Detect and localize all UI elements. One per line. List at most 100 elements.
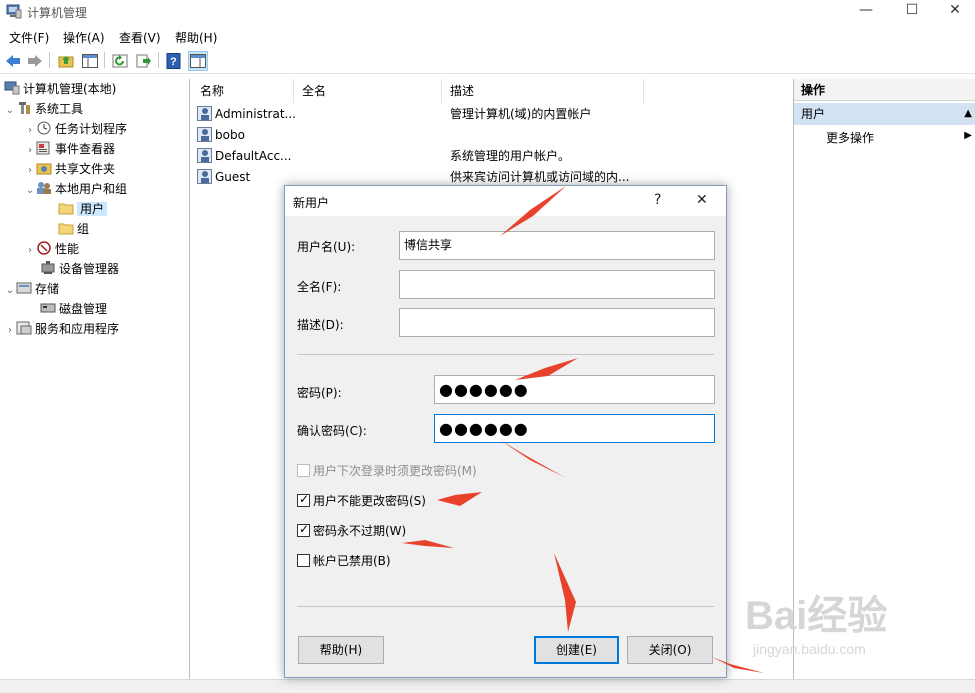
chevron-down-icon[interactable]: ⌄ [4, 281, 16, 301]
user-icon [197, 106, 212, 121]
more-actions-label: 更多操作 [826, 131, 875, 145]
computer-management-icon [6, 4, 22, 19]
checkbox-box[interactable] [297, 554, 310, 567]
toolbar-separator [104, 52, 105, 68]
help-question-button[interactable]: ? [654, 192, 661, 208]
folder-icon [58, 203, 74, 215]
close-button[interactable]: 关闭(O) [627, 636, 713, 664]
help-icon[interactable]: ? [164, 51, 184, 71]
toolbar-separator [49, 52, 50, 68]
chevron-right-icon[interactable]: › [24, 141, 36, 161]
chevron-right-icon[interactable]: › [24, 161, 36, 181]
tree-label: 用户 [77, 202, 108, 216]
tree-item-users[interactable]: 用户 [58, 199, 108, 219]
tree-item-task-scheduler[interactable]: › 任务计划程序 [24, 119, 127, 139]
table-row[interactable]: DefaultAcc... [197, 146, 291, 167]
must-change-password-checkbox[interactable]: 用户下次登录时须更改密码(M) [297, 464, 477, 480]
new-user-dialog: 新用户 ? ✕ 用户名(U): 博信共享 全名(F): 描述(D): 密码(P)… [284, 185, 727, 678]
tree-item-system-tools[interactable]: ⌄ 系统工具 [4, 99, 83, 119]
tree-label: 任务计划程序 [55, 122, 128, 136]
user-icon [197, 148, 212, 163]
help-button[interactable]: 帮助(H) [298, 636, 384, 664]
dialog-separator [297, 354, 714, 355]
more-actions-item[interactable]: 更多操作 [826, 129, 874, 146]
chevron-right-icon[interactable]: ▶ [964, 130, 972, 141]
table-row[interactable]: Guest [197, 167, 250, 188]
dialog-title: 新用户 [293, 196, 330, 210]
fullname-field[interactable] [399, 270, 715, 299]
confirm-password-field[interactable]: ●●●●●● [434, 414, 715, 443]
user-description: 系统管理的用户帐户。 [450, 149, 571, 163]
user-name: Administrat... [215, 107, 296, 121]
tools-icon [19, 102, 30, 114]
export-list-icon[interactable] [134, 51, 154, 71]
checkbox-label: 用户不能更改密码(S) [313, 494, 426, 508]
actions-section-label: 用户 [801, 107, 826, 121]
tree-item-local-users[interactable]: ⌄ 本地用户和组 [24, 179, 127, 199]
tree-item-performance[interactable]: › 性能 [24, 239, 79, 259]
checkmark-icon: ✓ [299, 522, 310, 536]
collapse-up-icon[interactable]: ▲ [964, 103, 972, 125]
device-manager-icon [41, 261, 55, 274]
forward-arrow-icon[interactable] [25, 51, 45, 71]
menu-help[interactable]: 帮助(H) [175, 29, 217, 46]
maximize-button[interactable]: ☐ [889, 0, 935, 22]
minimize-button[interactable]: — [843, 0, 889, 22]
column-header-name[interactable]: 名称 [192, 79, 294, 103]
user-icon [197, 127, 212, 142]
folder-icon [58, 223, 74, 235]
menu-bar: 文件(F) 操作(A) 查看(V) 帮助(H) [0, 26, 975, 46]
checkbox-label: 帐户已禁用(B) [313, 554, 391, 568]
chevron-right-icon[interactable]: › [4, 321, 16, 341]
menu-action[interactable]: 操作(A) [63, 29, 105, 46]
tree-label: 共享文件夹 [55, 162, 116, 176]
close-dialog-button[interactable]: ✕ [696, 192, 708, 208]
description-label: 描述(D): [297, 318, 344, 332]
tree-label: 事件查看器 [55, 142, 116, 156]
checkbox-box[interactable]: ✓ [297, 492, 310, 507]
show-action-pane-icon[interactable] [188, 51, 208, 71]
tree-item-services[interactable]: › 服务和应用程序 [4, 319, 119, 339]
user-description: 管理计算机(域)的内置帐户 [450, 107, 592, 121]
menu-file[interactable]: 文件(F) [9, 29, 49, 46]
close-window-button[interactable]: ✕ [932, 0, 975, 22]
description-field[interactable] [399, 308, 715, 337]
column-header-fullname[interactable]: 全名 [294, 79, 442, 103]
tree-item-shared-folders[interactable]: › 共享文件夹 [24, 159, 115, 179]
checkbox-label: 用户下次登录时须更改密码(M) [313, 464, 477, 478]
tree-item-disk-management[interactable]: 磁盘管理 [40, 299, 107, 319]
chevron-right-icon[interactable]: › [24, 241, 36, 261]
refresh-icon[interactable] [110, 51, 130, 71]
show-hide-console-tree-icon[interactable] [80, 51, 100, 71]
tree-item-device-manager[interactable]: 设备管理器 [40, 259, 119, 279]
dialog-separator [297, 606, 714, 607]
password-field[interactable]: ●●●●●● [434, 375, 715, 404]
username-field[interactable]: 博信共享 [399, 231, 715, 260]
chevron-right-icon[interactable]: › [24, 121, 36, 141]
table-row[interactable]: Administrat... [197, 104, 296, 125]
back-arrow-icon[interactable] [3, 51, 23, 71]
tree-item-groups[interactable]: 组 [58, 219, 89, 239]
actions-header: 操作 [794, 79, 975, 101]
table-row[interactable]: bobo [197, 125, 245, 146]
create-button[interactable]: 创建(E) [534, 636, 619, 664]
checkbox-box[interactable] [297, 464, 310, 477]
tree-item-event-viewer[interactable]: › 事件查看器 [24, 139, 115, 159]
chevron-down-icon[interactable]: ⌄ [4, 101, 16, 121]
up-folder-icon[interactable] [56, 51, 76, 71]
column-header-description[interactable]: 描述 [442, 79, 644, 103]
checkbox-box[interactable]: ✓ [297, 522, 310, 537]
username-label: 用户名(U): [297, 240, 356, 254]
tree-item-root[interactable]: 计算机管理(本地) [4, 79, 116, 99]
cannot-change-password-checkbox[interactable]: ✓ 用户不能更改密码(S) [297, 492, 426, 510]
tree-label: 设备管理器 [59, 262, 120, 276]
account-disabled-checkbox[interactable]: 帐户已禁用(B) [297, 554, 391, 570]
actions-section-users[interactable]: 用户 ▲ [794, 103, 975, 125]
shared-folder-icon [36, 163, 52, 175]
chevron-down-icon[interactable]: ⌄ [24, 181, 36, 201]
menu-view[interactable]: 查看(V) [119, 29, 161, 46]
tree-item-storage[interactable]: ⌄ 存储 [4, 279, 59, 299]
computer-management-icon [4, 81, 20, 95]
dialog-titlebar: 新用户 ? ✕ [285, 186, 726, 216]
password-never-expires-checkbox[interactable]: ✓ 密码永不过期(W) [297, 522, 406, 540]
